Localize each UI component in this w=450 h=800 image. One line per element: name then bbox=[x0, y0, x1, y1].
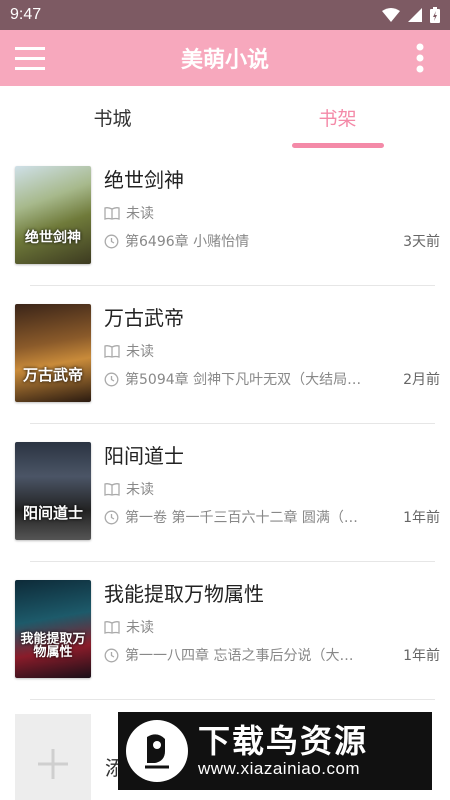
update-time: 2月前 bbox=[403, 372, 440, 388]
app-title: 美萌小说 bbox=[180, 48, 269, 73]
read-status-row: 未读 bbox=[104, 340, 440, 362]
book-cover: 阳间道士 bbox=[15, 442, 91, 540]
status-bar: 9:47 bbox=[0, 0, 450, 30]
add-book-button[interactable] bbox=[15, 714, 91, 800]
bookshelf-list: 绝世剑神 绝世剑神 未读 第6496章 小赌怡情 3天前 万古武帝 万古武帝 未… bbox=[0, 148, 450, 800]
open-book-icon bbox=[104, 483, 120, 496]
cover-title: 绝世剑神 bbox=[25, 230, 81, 247]
tab-bar: 书城 书架 bbox=[0, 86, 450, 148]
clock-icon bbox=[104, 372, 119, 386]
cover-title: 我能提取万物属性 bbox=[20, 631, 86, 661]
latest-chapter: 第一卷 第一千三百六十二章 圆满（… bbox=[125, 510, 358, 526]
watermark-banner: 下载鸟资源 www.xiazainiao.com bbox=[118, 712, 432, 790]
open-book-icon bbox=[104, 207, 120, 220]
read-status-row: 未读 bbox=[104, 478, 440, 500]
book-info: 绝世剑神 未读 第6496章 小赌怡情 3天前 bbox=[91, 166, 440, 286]
update-time: 1年前 bbox=[403, 510, 440, 526]
watermark-url: www.xiazainiao.com bbox=[198, 759, 361, 778]
status-time: 9:47 bbox=[10, 6, 42, 23]
read-status: 未读 bbox=[126, 620, 154, 636]
book-item[interactable]: 绝世剑神 绝世剑神 未读 第6496章 小赌怡情 3天前 bbox=[0, 148, 450, 286]
status-icons bbox=[382, 7, 440, 23]
book-item[interactable]: 万古武帝 万古武帝 未读 第5094章 剑神下凡叶无双（大结局… 2月前 bbox=[0, 286, 450, 424]
more-options-button[interactable] bbox=[404, 42, 436, 74]
book-cover: 绝世剑神 bbox=[15, 166, 91, 264]
book-cover: 万古武帝 bbox=[15, 304, 91, 402]
latest-chapter: 第5094章 剑神下凡叶无双（大结局… bbox=[125, 372, 362, 388]
cover-title: 阳间道士 bbox=[22, 504, 83, 523]
clock-icon bbox=[104, 234, 119, 248]
book-item[interactable]: 阳间道士 阳间道士 未读 第一卷 第一千三百六十二章 圆满（… 1年前 bbox=[0, 424, 450, 562]
latest-chapter-row: 第一一八四章 忘语之事后分说（大… 1年前 bbox=[104, 644, 440, 666]
latest-chapter: 第一一八四章 忘语之事后分说（大… bbox=[125, 648, 354, 664]
tab-bookshelf[interactable]: 书架 bbox=[225, 86, 450, 148]
menu-button[interactable] bbox=[14, 42, 46, 74]
book-title: 我能提取万物属性 bbox=[104, 582, 264, 606]
latest-chapter-row: 第一卷 第一千三百六十二章 圆满（… 1年前 bbox=[104, 506, 440, 528]
tab-bookstore[interactable]: 书城 bbox=[0, 86, 225, 148]
book-info: 我能提取万物属性 未读 第一一八四章 忘语之事后分说（大… 1年前 bbox=[91, 580, 440, 700]
more-vertical-icon bbox=[416, 43, 424, 73]
plus-icon bbox=[38, 749, 68, 779]
cover-title: 万古武帝 bbox=[22, 366, 83, 385]
book-item[interactable]: 我能提取万物属性 我能提取万物属性 未读 第一一八四章 忘语之事后分说（大… 1… bbox=[0, 562, 450, 700]
clock-icon bbox=[104, 510, 119, 524]
read-status-row: 未读 bbox=[104, 616, 440, 638]
watermark-text: 下载鸟资源 www.xiazainiao.com bbox=[198, 723, 368, 779]
update-time: 1年前 bbox=[403, 648, 440, 664]
clock-icon bbox=[104, 648, 119, 662]
open-book-icon bbox=[104, 345, 120, 358]
read-status: 未读 bbox=[126, 482, 154, 498]
book-cover: 我能提取万物属性 bbox=[15, 580, 91, 678]
app-bar: 美萌小说 bbox=[0, 30, 450, 86]
hamburger-icon bbox=[15, 47, 45, 70]
battery-icon bbox=[430, 7, 440, 23]
update-time: 3天前 bbox=[403, 234, 440, 250]
wifi-icon bbox=[382, 8, 400, 22]
book-info: 万古武帝 未读 第5094章 剑神下凡叶无双（大结局… 2月前 bbox=[91, 304, 440, 424]
latest-chapter-row: 第5094章 剑神下凡叶无双（大结局… 2月前 bbox=[104, 368, 440, 390]
latest-chapter-row: 第6496章 小赌怡情 3天前 bbox=[104, 230, 440, 252]
read-status: 未读 bbox=[126, 344, 154, 360]
cell-signal-icon bbox=[408, 8, 422, 22]
book-title: 阳间道士 bbox=[104, 444, 184, 468]
open-book-icon bbox=[104, 621, 120, 634]
bird-logo-icon bbox=[126, 720, 188, 782]
book-title: 万古武帝 bbox=[104, 306, 184, 330]
book-title: 绝世剑神 bbox=[104, 168, 184, 192]
read-status-row: 未读 bbox=[104, 202, 440, 224]
watermark-main: 下载鸟资源 bbox=[198, 722, 369, 760]
read-status: 未读 bbox=[126, 206, 154, 222]
latest-chapter: 第6496章 小赌怡情 bbox=[125, 234, 250, 250]
book-info: 阳间道士 未读 第一卷 第一千三百六十二章 圆满（… 1年前 bbox=[91, 442, 440, 562]
